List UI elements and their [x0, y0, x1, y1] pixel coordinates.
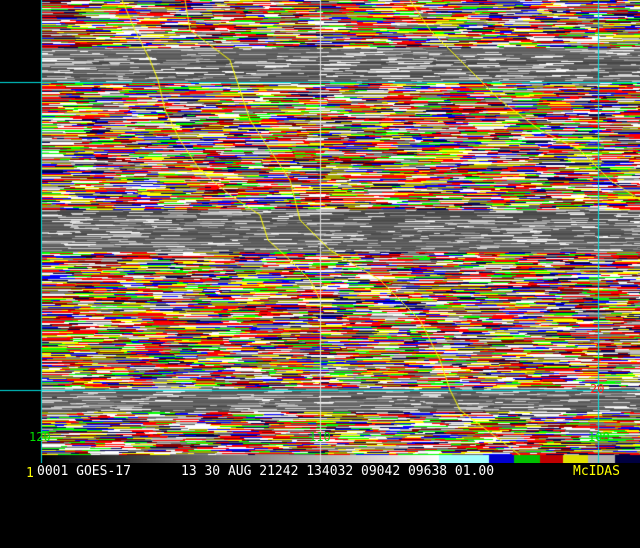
satellite-image-canvas[interactable]: [0, 0, 640, 463]
longitude-label-110: 110: [309, 430, 331, 444]
satellite-id: 0001 GOES-17: [37, 464, 131, 479]
mcidas-brand: McIDAS: [573, 464, 620, 479]
image-info: 13 30 AUG 21242 134032 09042 09638 01.00: [181, 464, 495, 479]
latitude-label-20: 20: [590, 382, 605, 396]
frame-number: 1: [26, 466, 34, 481]
status-bar: 1 0001 GOES-17 13 30 AUG 21242 134032 09…: [0, 463, 640, 481]
longitude-label-120: 120: [29, 430, 51, 444]
longitude-label-100: 100: [588, 430, 610, 444]
